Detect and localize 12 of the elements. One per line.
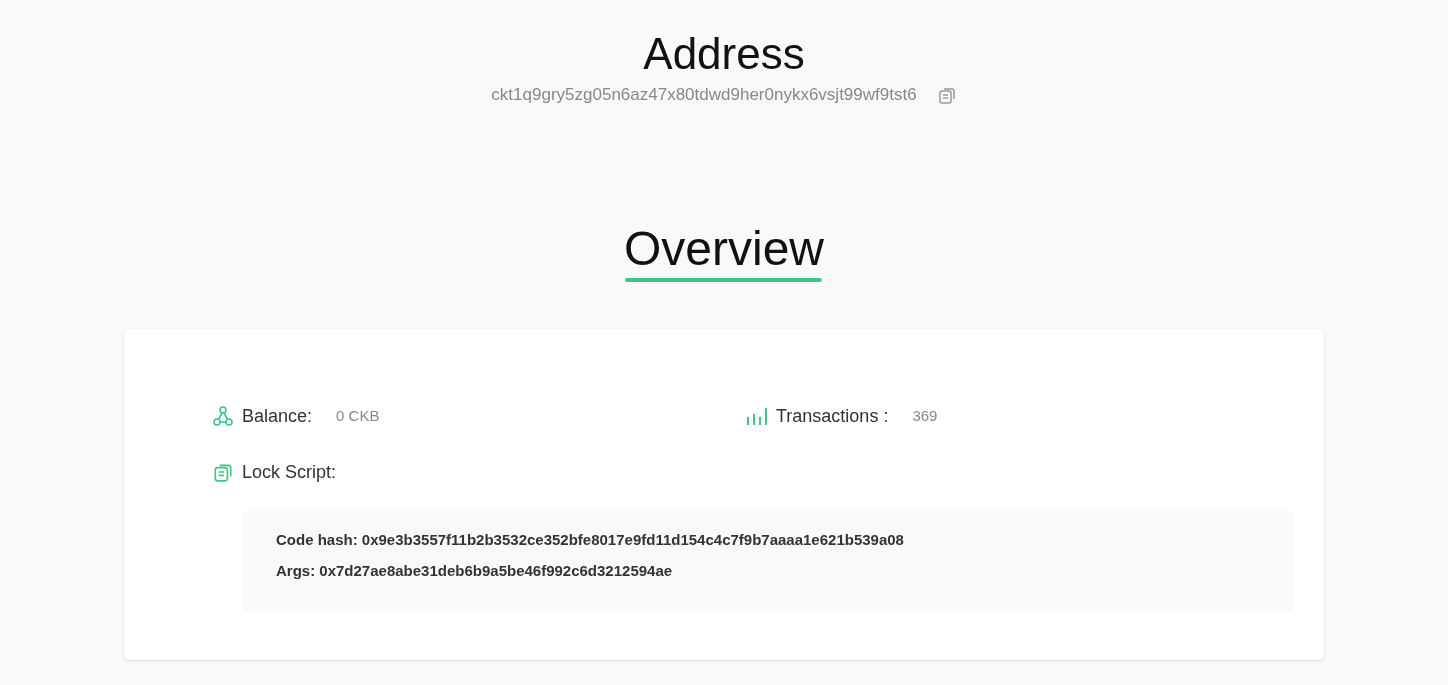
balance-label: Balance: bbox=[242, 404, 313, 428]
bar-chart-icon bbox=[746, 405, 768, 427]
transactions-label: Transactions : bbox=[776, 404, 889, 428]
script-line: Code hash: 0x9e3b3557f11b2b3532ce352bfe8017e9fd11d154c4c7f9b7aaaa1e621b539a08 bbox=[276, 529, 905, 550]
script-line: Args: 0x7d27ae8abe31deb6b9a5be46f992c6d3212594ae bbox=[276, 560, 674, 581]
address-text: ckt1q9gry5zg05n6az47x80tdwd9her0nykx6vsjt99wf9tst6 bbox=[491, 84, 917, 106]
page-title: Address bbox=[643, 28, 805, 80]
balance-value: 0 CKB bbox=[336, 405, 380, 426]
nodes-icon bbox=[212, 405, 234, 427]
section-title: Overview bbox=[623, 220, 824, 277]
transactions-value: 369 bbox=[912, 405, 938, 426]
lock-script-label: Lock Script: bbox=[242, 460, 337, 484]
